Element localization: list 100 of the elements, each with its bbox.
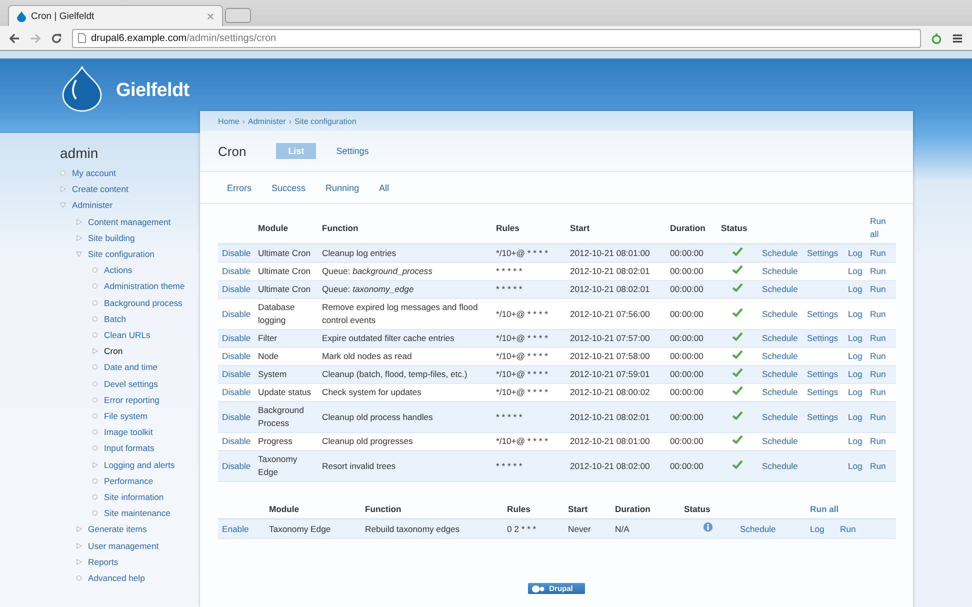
sidebar-link[interactable]: Background process [104,294,182,311]
toggle-link[interactable]: Disable [222,412,251,422]
collapsed-arrow-icon[interactable] [60,186,66,192]
sidebar-link[interactable]: Administration theme [104,278,185,295]
log-link[interactable]: Log [848,436,862,446]
sidebar-link[interactable]: Administer [72,197,113,214]
log-link[interactable]: Log [848,460,862,470]
sidebar-link[interactable]: Date and time [104,359,158,376]
extension-icon[interactable] [931,32,942,44]
toggle-link[interactable]: Disable [222,351,251,361]
close-icon[interactable] [207,12,214,20]
run-link[interactable]: Run [870,308,886,318]
new-tab-button[interactable] [225,8,251,23]
sidebar-link[interactable]: Image toolkit [104,424,153,440]
run-link[interactable]: Run [870,460,886,470]
settings-link[interactable]: Settings [807,248,838,258]
run-link[interactable]: Run [870,436,886,446]
settings-link[interactable]: Settings [807,412,838,422]
run-link[interactable]: Run [870,266,886,276]
run-link[interactable]: Run [870,333,886,343]
menu-icon[interactable] [952,32,963,44]
settings-link[interactable]: Settings [807,369,838,379]
sidebar-link[interactable]: Create content [72,181,128,198]
filter-tab[interactable]: Errors [227,182,252,192]
sidebar-link[interactable]: Input formats [104,440,154,457]
log-link[interactable]: Log [848,308,862,318]
schedule-link[interactable]: Schedule [762,369,798,379]
log-link[interactable]: Log [848,351,862,361]
collapsed-arrow-icon[interactable] [76,558,82,565]
run-link[interactable]: Run [870,369,886,379]
schedule-link[interactable]: Schedule [762,266,798,276]
sidebar-link[interactable]: Site configuration [88,246,154,262]
schedule-link[interactable]: Schedule [762,436,798,446]
run-link[interactable]: Run [870,248,886,258]
collapsed-arrow-icon[interactable] [76,542,82,549]
schedule-link[interactable]: Schedule [762,284,798,294]
schedule-link[interactable]: Schedule [740,524,776,534]
run-link[interactable]: Run [840,524,856,534]
schedule-link[interactable]: Schedule [762,351,798,361]
filter-tab[interactable]: All [379,182,390,192]
schedule-link[interactable]: Schedule [762,460,798,470]
log-link[interactable]: Log [848,412,862,422]
run-all-link[interactable]: Run all [870,215,892,241]
filter-tab[interactable]: Success [272,182,306,192]
log-link[interactable]: Log [848,266,862,276]
run-link[interactable]: Run [870,351,886,361]
site-name[interactable]: Gielfeldt [116,80,190,102]
schedule-link[interactable]: Schedule [762,412,798,422]
address-bar[interactable]: drupal6.example.com/admin/settings/cron [72,28,921,48]
schedule-link[interactable]: Schedule [762,333,798,343]
sidebar-link[interactable]: Generate items [88,521,147,538]
settings-link[interactable]: Settings [807,308,838,318]
breadcrumb-link[interactable]: Administer [248,116,286,126]
run-link[interactable]: Run [870,412,886,422]
collapsed-arrow-icon[interactable] [76,218,82,225]
run-all-link[interactable]: Run all [810,502,892,516]
toggle-link[interactable]: Disable [222,308,251,318]
breadcrumb-link[interactable]: Home [218,116,240,126]
forward-icon[interactable] [30,32,41,44]
sidebar-link[interactable]: Actions [104,262,132,278]
filter-tab[interactable]: Running [326,182,360,192]
schedule-link[interactable]: Schedule [762,308,798,318]
sidebar-link[interactable]: Advanced help [88,570,145,586]
log-link[interactable]: Log [810,524,824,534]
back-icon[interactable] [9,32,20,44]
log-link[interactable]: Log [848,387,862,397]
run-link[interactable]: Run [870,284,886,294]
sidebar-link[interactable]: Site information [104,489,164,506]
sidebar-link[interactable]: File system [104,408,148,424]
run-link[interactable]: Run [870,387,886,397]
sidebar-link[interactable]: Reports [88,554,118,570]
toggle-link[interactable]: Enable [222,524,249,534]
toggle-link[interactable]: Disable [222,248,251,258]
expanded-arrow-icon[interactable] [60,202,66,208]
toggle-link[interactable]: Disable [222,284,251,294]
schedule-link[interactable]: Schedule [762,387,798,397]
sidebar-link[interactable]: Logging and alerts [104,456,175,473]
sidebar-link[interactable]: User management [88,538,159,554]
sidebar-link[interactable]: Batch [104,310,126,328]
toggle-link[interactable]: Disable [222,333,251,343]
toggle-link[interactable]: Disable [222,436,251,446]
expanded-arrow-icon[interactable] [76,251,82,258]
toggle-link[interactable]: Disable [222,266,251,276]
settings-link[interactable]: Settings [807,333,838,343]
collapsed-arrow-icon[interactable] [92,348,98,354]
log-link[interactable]: Log [848,248,862,258]
toggle-link[interactable]: Disable [222,369,251,379]
toggle-link[interactable]: Disable [222,387,251,397]
sidebar-link[interactable]: Cron [104,343,123,360]
collapsed-arrow-icon[interactable] [76,234,82,241]
sidebar-link[interactable]: Devel settings [104,376,158,392]
tab[interactable]: Settings [326,143,379,159]
log-link[interactable]: Log [848,284,862,294]
reload-icon[interactable] [51,32,62,44]
toggle-link[interactable]: Disable [222,460,251,470]
breadcrumb-link[interactable]: Site configuration [294,116,356,126]
collapsed-arrow-icon[interactable] [76,526,82,532]
sidebar-link[interactable]: Content management [88,214,171,230]
sidebar-link[interactable]: Clean URLs [104,327,150,344]
schedule-link[interactable]: Schedule [762,248,798,258]
